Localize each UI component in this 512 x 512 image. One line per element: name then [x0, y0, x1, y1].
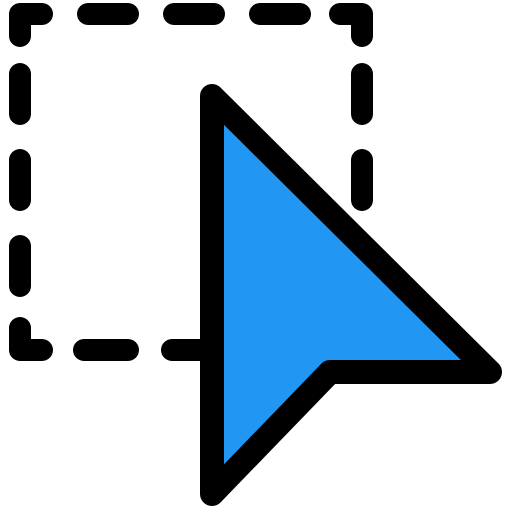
- selection-corner-top-right: [329, 3, 373, 47]
- selection-corner-bottom-left: [9, 317, 53, 361]
- selection-cursor-icon: [9, 3, 502, 506]
- icon-canvas: [0, 0, 512, 512]
- cursor-arrow-icon: [200, 84, 502, 506]
- selection-corner-top-left: [9, 3, 53, 47]
